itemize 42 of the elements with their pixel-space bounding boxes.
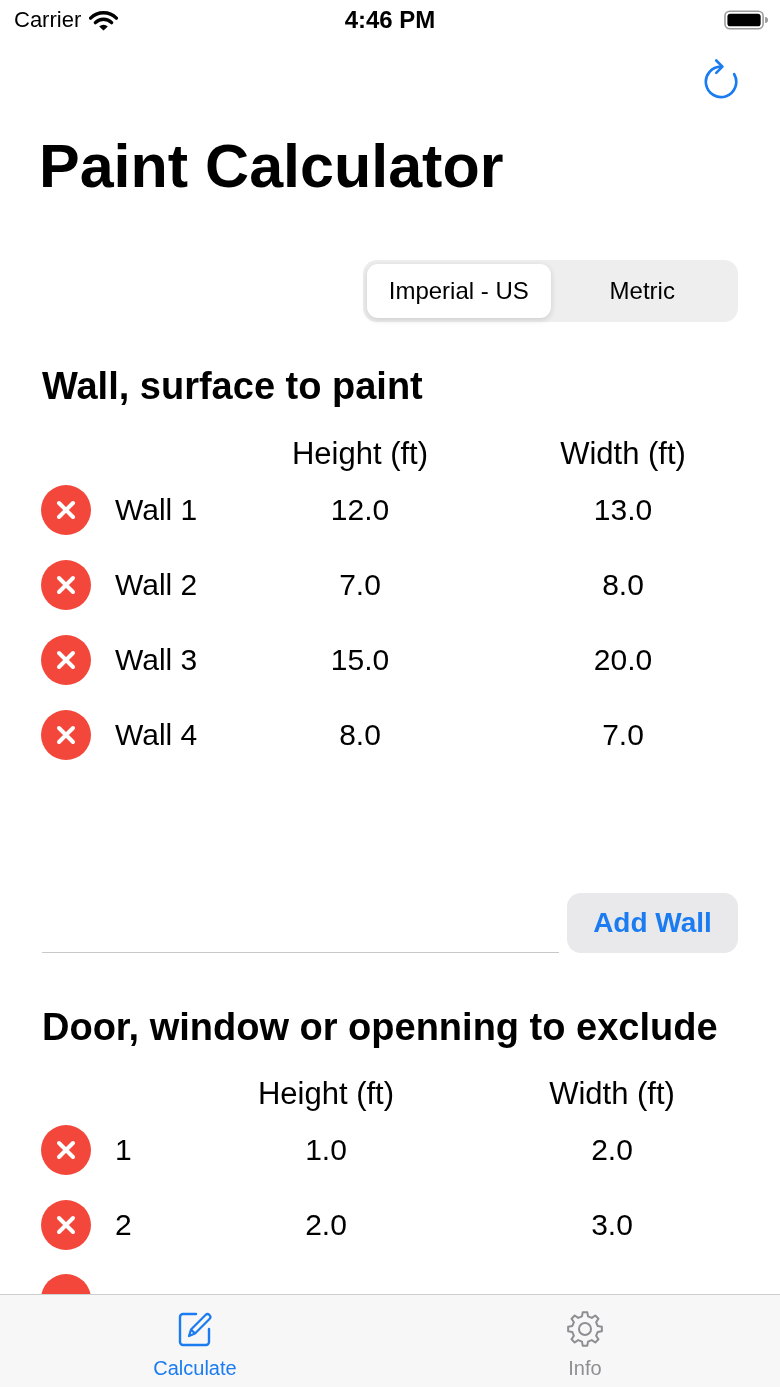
row-label: Wall 3 bbox=[115, 642, 199, 677]
unit-tab[interactable]: Metric bbox=[550, 264, 734, 318]
height-value: 15.0 bbox=[330, 642, 390, 677]
row-label: 2 bbox=[115, 1207, 133, 1242]
row-label: 1 bbox=[115, 1132, 133, 1167]
delete-icon[interactable] bbox=[41, 1199, 91, 1250]
row-label: Wall 4 bbox=[115, 717, 199, 752]
width-value: 2.0 bbox=[591, 1132, 633, 1167]
delete-icon[interactable] bbox=[41, 1274, 91, 1294]
column-header: Width (ft) bbox=[560, 436, 686, 472]
height-value: 1.0 bbox=[305, 1132, 347, 1167]
height-value: 8.0 bbox=[339, 717, 381, 752]
carrier-name: Carrier bbox=[14, 7, 82, 33]
page-title: Paint Calculator bbox=[39, 134, 504, 198]
unit-tab[interactable]: Imperial - US bbox=[367, 264, 551, 318]
column-header: Width (ft) bbox=[549, 1076, 675, 1112]
wifi-icon bbox=[89, 9, 119, 31]
column-header: Height (ft) bbox=[257, 1076, 395, 1112]
width-value: 13.0 bbox=[593, 492, 653, 527]
delete-icon[interactable] bbox=[41, 559, 91, 610]
row-label: Wall 2 bbox=[115, 567, 199, 602]
height-value: 12.0 bbox=[330, 492, 390, 527]
row-label: Wall 1 bbox=[115, 492, 199, 527]
delete-icon[interactable] bbox=[41, 484, 91, 535]
section-heading: Wall, surface to paint bbox=[42, 366, 423, 406]
height-value: 2.0 bbox=[305, 1207, 347, 1242]
width-value: 7.0 bbox=[602, 717, 644, 752]
tab-item[interactable]: Calculate bbox=[0, 1295, 390, 1387]
status-time: 4:46 PM bbox=[344, 6, 436, 34]
height-value: 7.0 bbox=[339, 567, 381, 602]
battery-icon bbox=[724, 10, 768, 30]
gear-icon bbox=[565, 1309, 605, 1349]
segmented-control[interactable]: Imperial - US Metric bbox=[363, 260, 738, 322]
width-value: 20.0 bbox=[593, 642, 653, 677]
delete-icon[interactable] bbox=[41, 634, 91, 685]
width-value: 8.0 bbox=[602, 567, 644, 602]
delete-icon[interactable] bbox=[41, 1124, 91, 1175]
delete-icon[interactable] bbox=[41, 709, 91, 760]
section-heading: Door, window or openning to exclude bbox=[42, 1007, 718, 1047]
column-header: Height (ft) bbox=[291, 436, 429, 472]
refresh-icon[interactable] bbox=[702, 58, 740, 100]
width-value: 3.0 bbox=[591, 1207, 633, 1242]
